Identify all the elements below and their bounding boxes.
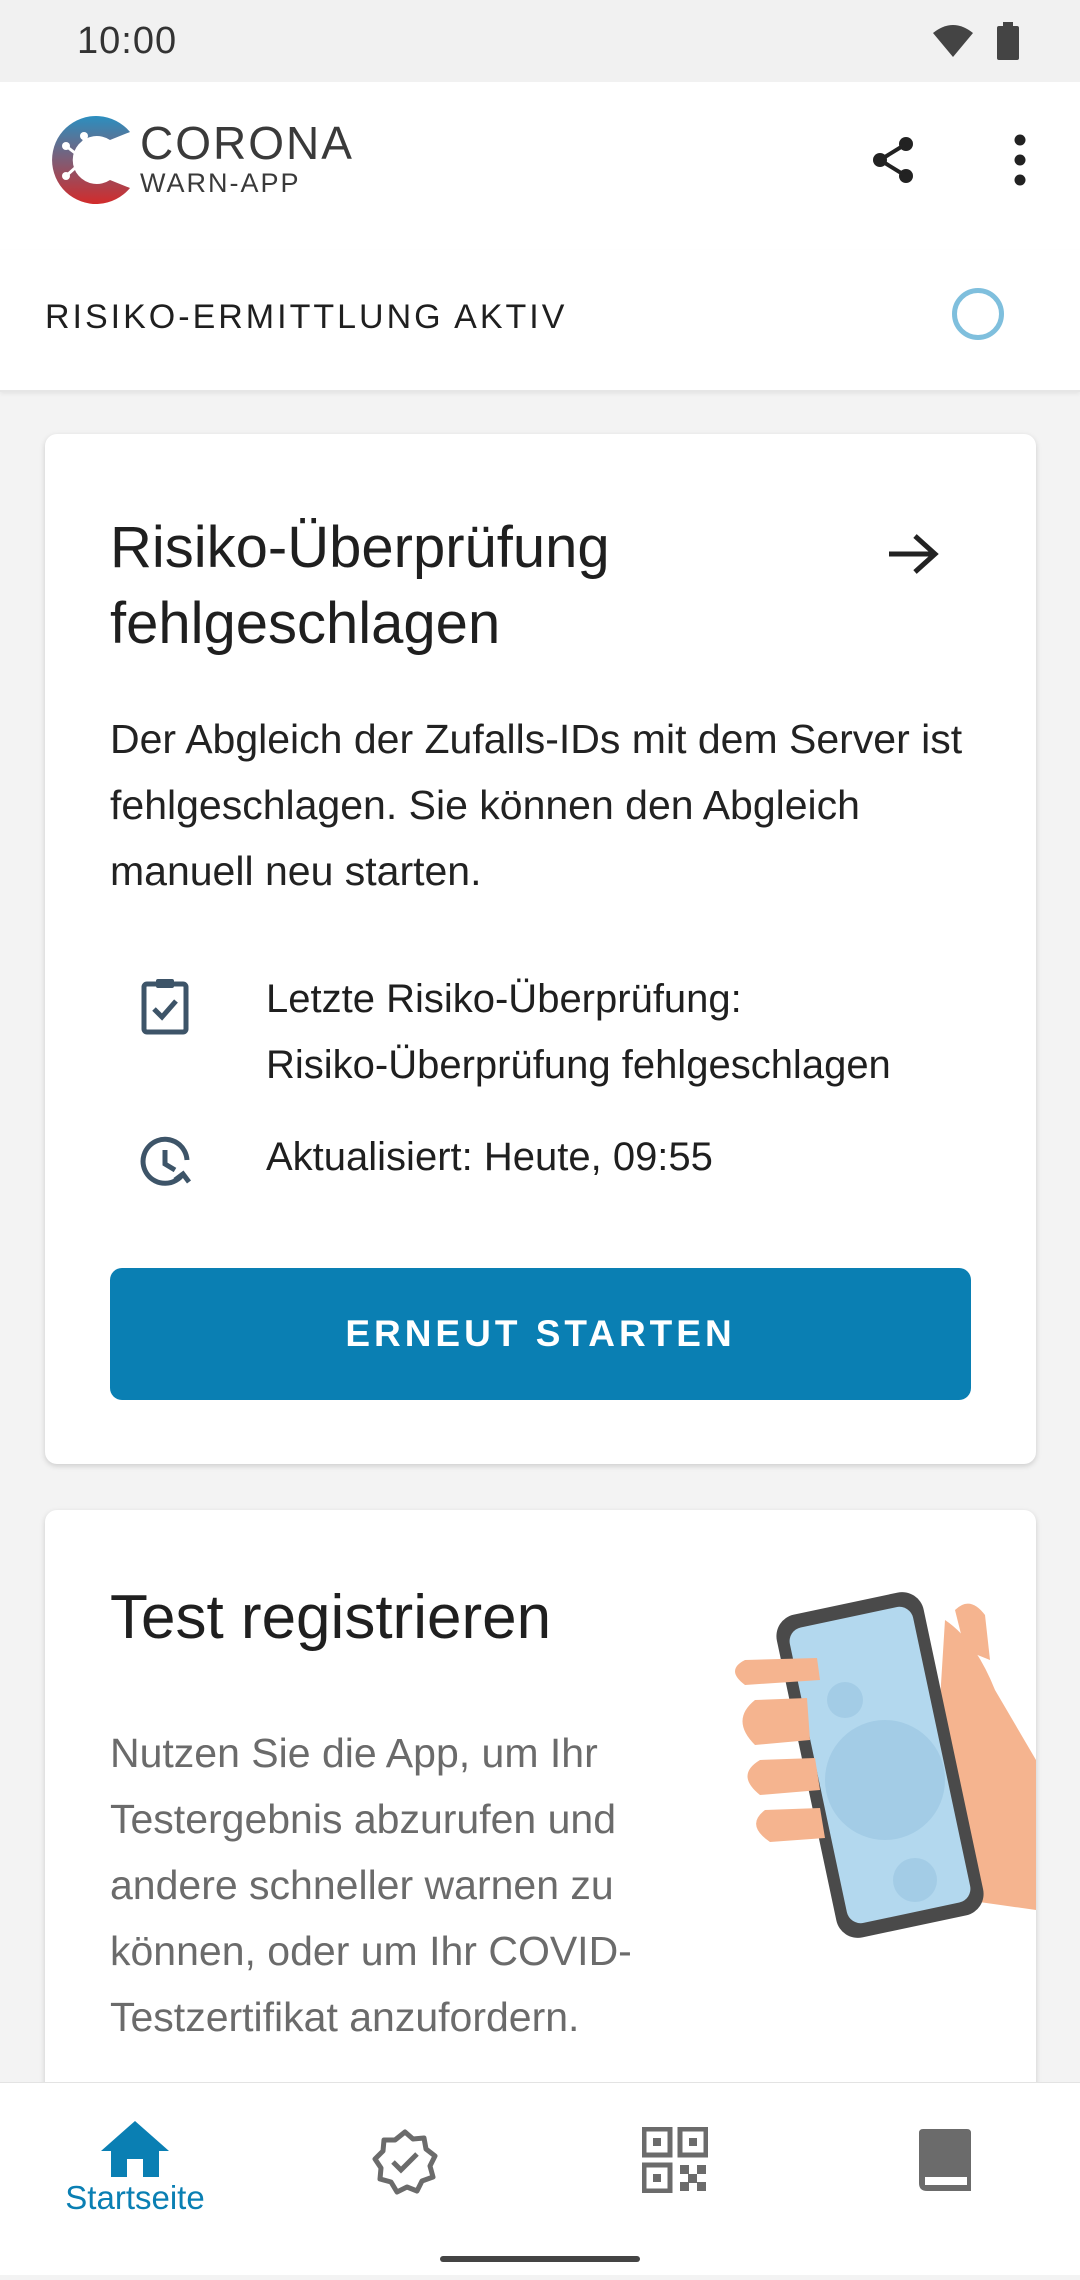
risk-progress-ring-icon [952,288,1004,340]
risk-status-header: RISIKO-ERMITTLUNG AKTIV [0,250,1080,392]
last-check-label: Letzte Risiko-Überprüfung: [266,977,742,1021]
clipboard-check-icon [141,979,189,1035]
arrow-right-icon[interactable] [885,530,941,578]
bottom-navigation: Startseite [0,2082,1080,2275]
risk-card[interactable]: Risiko-Überprüfung fehlgeschlagen Der Ab… [45,434,1036,1464]
restart-button[interactable]: ERNEUT STARTEN [110,1268,971,1400]
status-time: 10:00 [77,20,178,62]
nav-home-label: Startseite [65,2179,205,2216]
app-brand: CORONA WARN-APP [140,118,354,198]
nav-item-home[interactable]: Startseite [0,2083,270,2275]
test-card-title: Test registrieren [110,1583,552,1652]
risk-status-label: RISIKO-ERMITTLUNG AKTIV [45,298,568,336]
last-check-row: Letzte Risiko-Überprüfung: Risiko-Überpr… [110,966,891,1098]
battery-icon [997,22,1019,60]
status-bar: 10:00 [0,0,1080,82]
clock-refresh-icon [140,1136,191,1186]
gesture-handle [440,2256,640,2262]
share-icon[interactable] [866,132,922,188]
wifi-icon [933,25,973,57]
last-check-value: Risiko-Überprüfung fehlgeschlagen [266,1043,891,1087]
risk-card-title: Risiko-Überprüfung fehlgeschlagen [110,515,610,656]
brand-line1: CORONA [140,117,354,169]
nav-item-qr-scan[interactable] [540,2083,810,2275]
risk-card-description: Der Abgleich der Zufalls-IDs mit dem Ser… [110,716,963,894]
updated-row: Aktualisiert: Heute, 09:55 [110,1124,713,1204]
home-icon [101,2121,169,2177]
status-icons [932,22,1020,60]
overflow-menu-icon[interactable] [1000,132,1040,188]
nav-item-diary[interactable] [810,2083,1080,2275]
nav-item-certificates[interactable] [270,2083,540,2275]
certificate-icon [372,2129,438,2195]
diary-icon [919,2129,971,2191]
brand-line2: WARN-APP [140,168,301,198]
qr-code-icon [642,2127,708,2193]
test-card-description: Nutzen Sie die App, um Ihr Testergebnis … [110,1730,632,2040]
corona-logo-icon [52,116,130,204]
updated-text: Aktualisiert: Heute, 09:55 [266,1135,713,1179]
phone-in-hand-illustration [735,1592,1036,1938]
